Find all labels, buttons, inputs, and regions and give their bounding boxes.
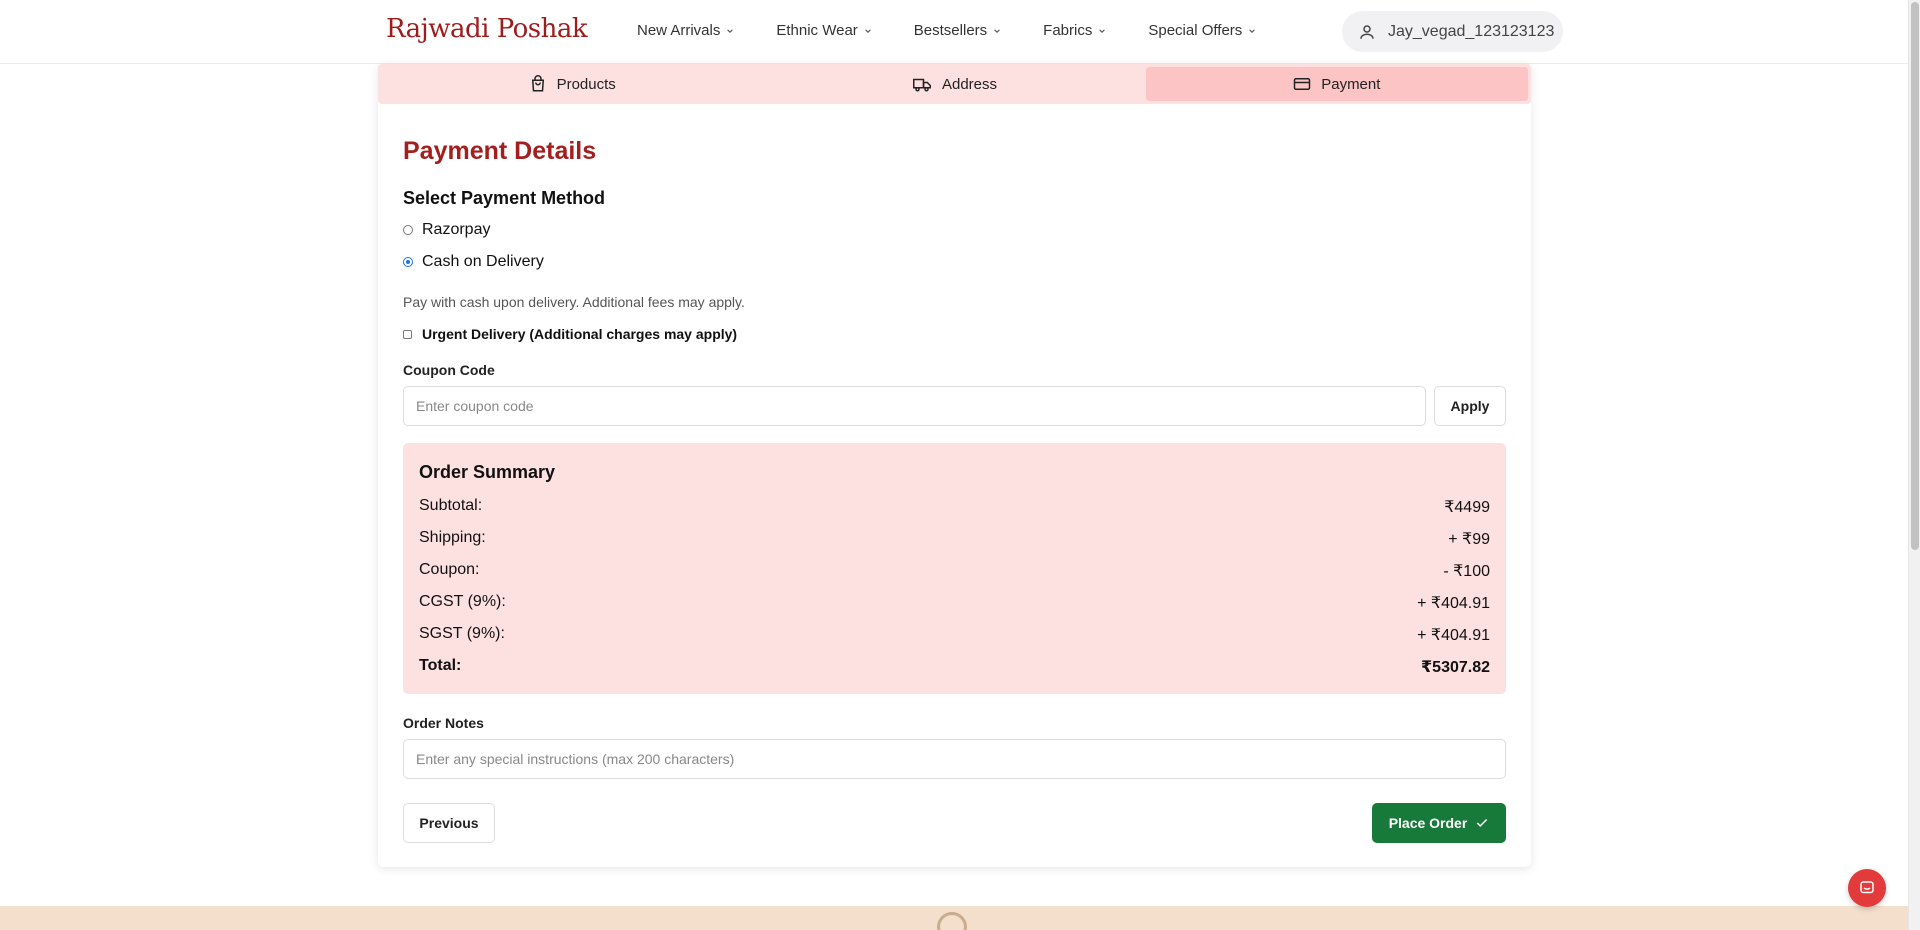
nav-item-ethnic-wear[interactable]: Ethnic Wear [776, 22, 871, 39]
check-icon [1477, 818, 1488, 827]
main-nav: New Arrivals Ethnic Wear Bestsellers Fab… [637, 22, 1298, 39]
urgent-delivery-checkbox[interactable] [403, 329, 412, 339]
summary-label: Subtotal: [419, 497, 483, 514]
radio-cod[interactable] [403, 257, 413, 267]
nav-item-label: Ethnic Wear [776, 22, 858, 39]
checkout-card: Products Address Payment Payment Details… [378, 64, 1531, 867]
urgent-delivery-label: Urgent Delivery (Additional charges may … [422, 326, 738, 342]
summary-total-label: Total: [419, 657, 462, 674]
site-footer [0, 906, 1908, 930]
nav-item-label: Bestsellers [913, 22, 988, 39]
place-order-button[interactable]: Place Order [1372, 803, 1506, 843]
radio-label: Cash on Delivery [422, 253, 544, 270]
credit-card-icon [1293, 78, 1311, 90]
checkout-steps: Products Address Payment [378, 64, 1531, 104]
chevron-down-icon [994, 28, 1000, 33]
tab-products[interactable]: Products [381, 67, 763, 101]
summary-row-cgst: CGST (9%): + ₹404.91 [419, 593, 1490, 613]
radio-label: Razorpay [422, 221, 491, 238]
nav-item-fabrics[interactable]: Fabrics [1043, 22, 1106, 39]
payment-method-heading: Select Payment Method [403, 188, 606, 208]
user-icon [1360, 24, 1374, 39]
truck-icon [912, 78, 931, 92]
payment-option-cod[interactable]: Cash on Delivery [403, 253, 544, 271]
summary-value: + ₹404.91 [1417, 595, 1490, 612]
summary-label: Shipping: [419, 529, 486, 546]
summary-value: ₹4499 [1444, 499, 1490, 516]
order-summary-heading: Order Summary [419, 462, 556, 482]
order-notes-input[interactable]: Enter any special instructions (max 200 … [403, 739, 1506, 779]
coupon-label: Coupon Code [403, 362, 495, 378]
payment-hint: Pay with cash upon delivery. Additional … [403, 294, 745, 310]
previous-button[interactable]: Previous [403, 803, 495, 843]
order-notes-label: Order Notes [403, 715, 484, 731]
tab-payment[interactable]: Payment [1145, 67, 1528, 101]
tab-label: Products [556, 75, 616, 93]
chevron-down-icon [1249, 28, 1256, 33]
user-menu-button[interactable]: Jay_vegad_123123123 [1342, 11, 1563, 52]
place-order-label: Place Order [1388, 815, 1468, 831]
brand-logo[interactable]: Rajwadi Poshak [386, 14, 588, 44]
page-title: Payment Details [403, 137, 597, 165]
chevron-down-icon [1099, 28, 1106, 33]
scrollbar-thumb[interactable] [1911, 2, 1919, 550]
summary-total-value: ₹5307.82 [1421, 659, 1490, 676]
page-scrollbar[interactable] [1908, 0, 1920, 930]
summary-row-sgst: SGST (9%): + ₹404.91 [419, 625, 1490, 645]
chevron-down-icon [865, 28, 871, 33]
summary-label: CGST (9%): [419, 593, 506, 610]
coupon-input[interactable]: Enter coupon code [403, 386, 1426, 426]
summary-row-coupon: Coupon: - ₹100 [419, 561, 1490, 581]
nav-item-bestsellers[interactable]: Bestsellers [914, 22, 1001, 39]
summary-value: + ₹404.91 [1417, 627, 1490, 644]
summary-value: - ₹100 [1443, 563, 1490, 580]
site-header: Rajwadi Poshak New Arrivals Ethnic Wear … [0, 0, 1908, 64]
tab-address[interactable]: Address [763, 67, 1145, 101]
nav-item-label: Fabrics [1043, 22, 1093, 39]
tab-label: Payment [1321, 75, 1381, 93]
nav-item-label: New Arrivals [637, 22, 721, 39]
order-summary: Order Summary Subtotal: ₹4499 Shipping: … [403, 443, 1506, 694]
urgent-delivery-option[interactable]: Urgent Delivery (Additional charges may … [403, 326, 737, 342]
summary-row-total: Total: ₹5307.82 [419, 657, 1490, 677]
radio-razorpay[interactable] [403, 225, 413, 235]
nav-item-special-offers[interactable]: Special Offers [1148, 22, 1256, 39]
user-name: Jay_vegad_123123123 [1388, 22, 1555, 40]
summary-label: Coupon: [419, 561, 480, 578]
payment-option-razorpay[interactable]: Razorpay [403, 221, 490, 239]
nav-item-label: Special Offers [1148, 22, 1243, 39]
summary-label: SGST (9%): [419, 625, 505, 642]
footer-emblem-icon [937, 912, 967, 930]
tab-label: Address [941, 75, 997, 93]
summary-row-subtotal: Subtotal: ₹4499 [419, 497, 1490, 517]
chat-launcher-button[interactable] [1848, 869, 1886, 907]
chevron-down-icon [727, 28, 734, 33]
apply-coupon-button[interactable]: Apply [1434, 386, 1506, 426]
shopping-bag-icon [531, 75, 544, 92]
summary-value: + ₹99 [1448, 531, 1490, 548]
nav-item-new-arrivals[interactable]: New Arrivals [637, 22, 734, 39]
chat-icon [1860, 881, 1874, 894]
summary-row-shipping: Shipping: + ₹99 [419, 529, 1490, 549]
